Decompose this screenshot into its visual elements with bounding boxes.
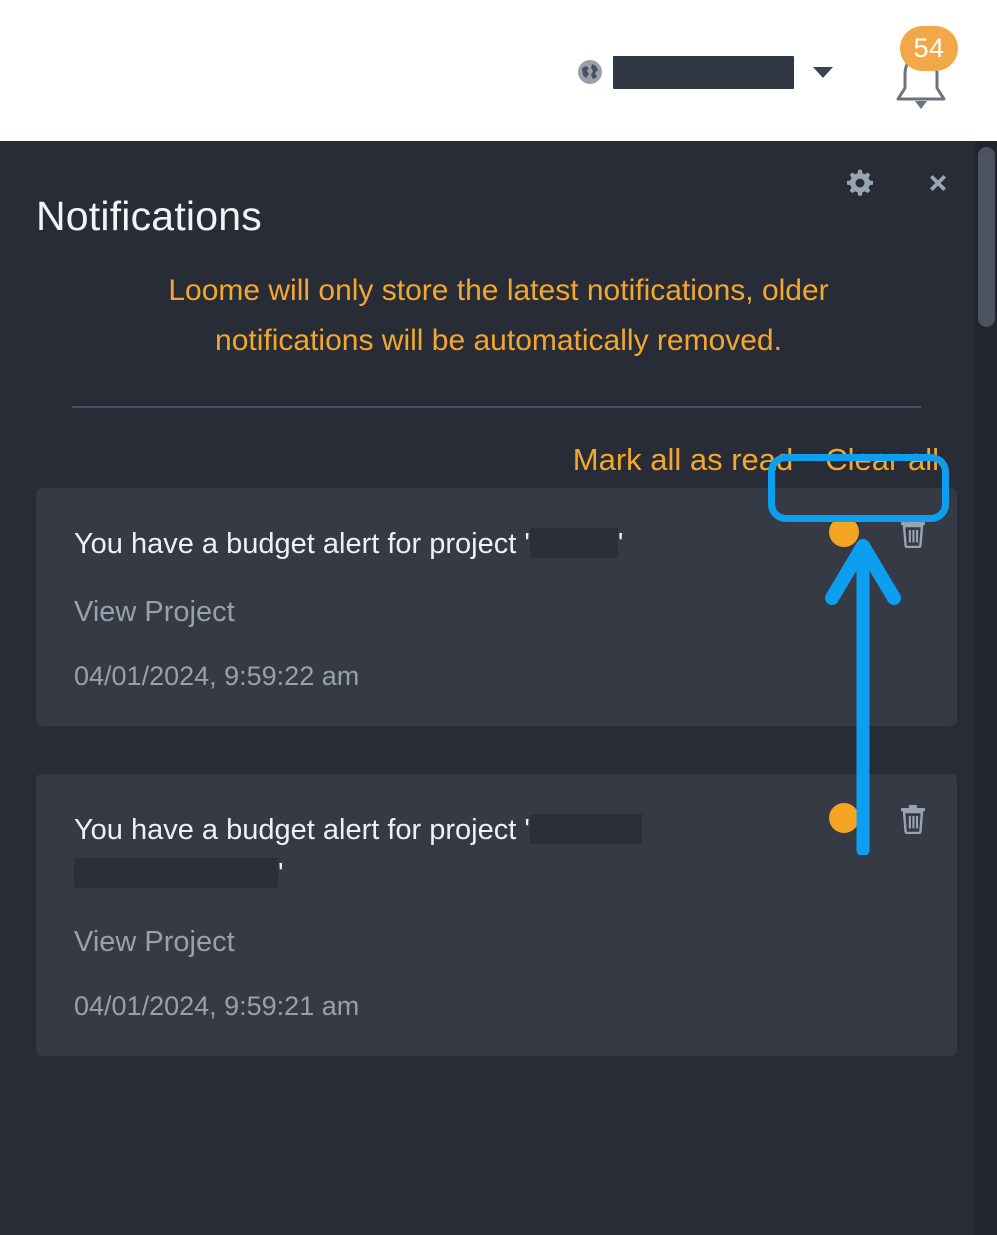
top-bar: 54	[0, 0, 997, 141]
notification-message-prefix: You have a budget alert for project '	[74, 527, 530, 560]
notification-timestamp: 04/01/2024, 9:59:21 am	[74, 990, 360, 1021]
notification-message-prefix: You have a budget alert for project '	[74, 813, 530, 846]
chevron-down-icon[interactable]	[813, 66, 833, 78]
unread-status-dot[interactable]	[829, 516, 859, 547]
close-icon[interactable]	[923, 168, 953, 198]
panel-header-actions	[845, 168, 953, 198]
notification-message: You have a budget alert for project ' '	[74, 808, 774, 896]
trash-icon[interactable]	[899, 802, 927, 834]
trash-icon[interactable]	[899, 516, 927, 548]
notification-card[interactable]: You have a budget alert for project ' ' V…	[36, 773, 957, 1056]
notification-card[interactable]: You have a budget alert for project ' ' V…	[36, 487, 957, 726]
notification-card-controls	[829, 802, 927, 834]
notification-count-badge: 54	[900, 26, 958, 71]
unread-status-dot[interactable]	[829, 802, 859, 833]
top-bar-controls: 54	[577, 26, 958, 118]
panel-header: Notifications Loome will only store the …	[0, 141, 997, 408]
notifications-bell-button[interactable]: 54	[885, 26, 958, 118]
notification-card-controls	[829, 516, 927, 548]
project-name-redacted	[529, 813, 642, 844]
tenant-selector[interactable]	[577, 55, 833, 89]
notification-message: You have a budget alert for project ' '	[74, 522, 774, 566]
tenant-name-redacted	[613, 55, 794, 89]
header-divider	[72, 405, 921, 408]
panel-scrollbar-track[interactable]	[975, 141, 997, 1235]
view-project-link[interactable]: View Project	[74, 926, 921, 959]
gear-icon[interactable]	[845, 168, 875, 198]
page-title: Notifications	[36, 193, 262, 239]
globe-icon	[577, 59, 603, 85]
notifications-panel: Notifications Loome will only store the …	[0, 141, 997, 1235]
notification-timestamp: 04/01/2024, 9:59:22 am	[74, 660, 360, 691]
project-name-redacted-cont	[74, 857, 278, 888]
notifications-list: You have a budget alert for project ' ' V…	[36, 487, 957, 1056]
view-project-link[interactable]: View Project	[74, 596, 921, 629]
retention-warning-text: Loome will only store the latest notific…	[168, 274, 829, 357]
notification-message-suffix: '	[278, 857, 284, 890]
notification-message-suffix: '	[617, 527, 624, 560]
bulk-actions-row: Mark all as read Clear all	[0, 432, 957, 488]
project-name-redacted	[529, 527, 618, 558]
panel-scrollbar-thumb[interactable]	[978, 147, 995, 327]
clear-all-button[interactable]: Clear all	[807, 442, 957, 478]
mark-all-as-read-button[interactable]: Mark all as read	[573, 442, 794, 478]
